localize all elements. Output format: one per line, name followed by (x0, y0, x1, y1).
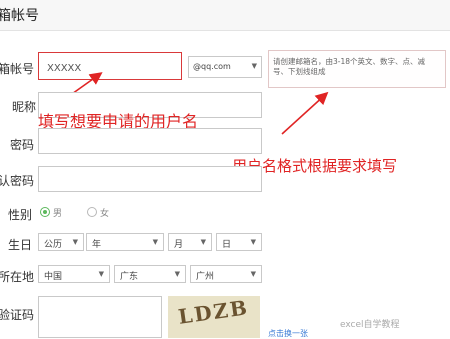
gender-label: 性别 (8, 208, 33, 222)
captcha-code: LDZB (176, 296, 251, 329)
city-value: 广州 (196, 272, 215, 282)
month-select[interactable]: 月 ▼ (168, 233, 212, 251)
calendar-value: 公历 (44, 240, 63, 250)
month-value: 月 (174, 240, 184, 250)
captcha-image[interactable]: LDZB (168, 296, 260, 338)
day-select[interactable]: 日 ▼ (216, 233, 262, 251)
chevron-down-icon: ▼ (200, 238, 206, 246)
confirm-password-input[interactable] (38, 166, 262, 192)
chevron-down-icon: ▼ (250, 238, 256, 246)
gender-male-label: 男 (53, 209, 63, 219)
gender-male-radio[interactable] (40, 207, 50, 217)
captcha-refresh-link[interactable]: 点击换一张 (268, 328, 308, 339)
location-label: 所在地 (0, 270, 35, 284)
chevron-down-icon: ▼ (250, 270, 256, 278)
captcha-label: 验证码 (0, 308, 35, 322)
birthday-label: 生日 (8, 238, 33, 252)
chevron-down-icon: ▼ (98, 270, 104, 278)
country-value: 中国 (44, 272, 63, 282)
gender-female-label: 女 (100, 209, 110, 219)
chevron-down-icon: ▼ (152, 238, 158, 246)
password-input[interactable] (38, 128, 262, 154)
arrow-to-hint (281, 91, 329, 135)
password-label: 密码 (10, 138, 35, 152)
city-select[interactable]: 广州 ▼ (190, 265, 262, 283)
country-select[interactable]: 中国 ▼ (38, 265, 110, 283)
chevron-down-icon: ▼ (72, 238, 78, 246)
confirm-password-label: 认密码 (0, 174, 35, 188)
captcha-input[interactable] (38, 296, 162, 338)
year-select[interactable]: 年 ▼ (86, 233, 164, 251)
watermark: excel自学教程 (340, 320, 400, 330)
day-value: 日 (222, 240, 232, 250)
gender-female-radio[interactable] (87, 207, 97, 217)
province-value: 广东 (120, 272, 139, 282)
chevron-down-icon: ▼ (174, 270, 180, 278)
calendar-select[interactable]: 公历 ▼ (38, 233, 84, 251)
nickname-label: 昵称 (12, 100, 37, 114)
province-select[interactable]: 广东 ▼ (114, 265, 186, 283)
year-value: 年 (92, 240, 102, 250)
